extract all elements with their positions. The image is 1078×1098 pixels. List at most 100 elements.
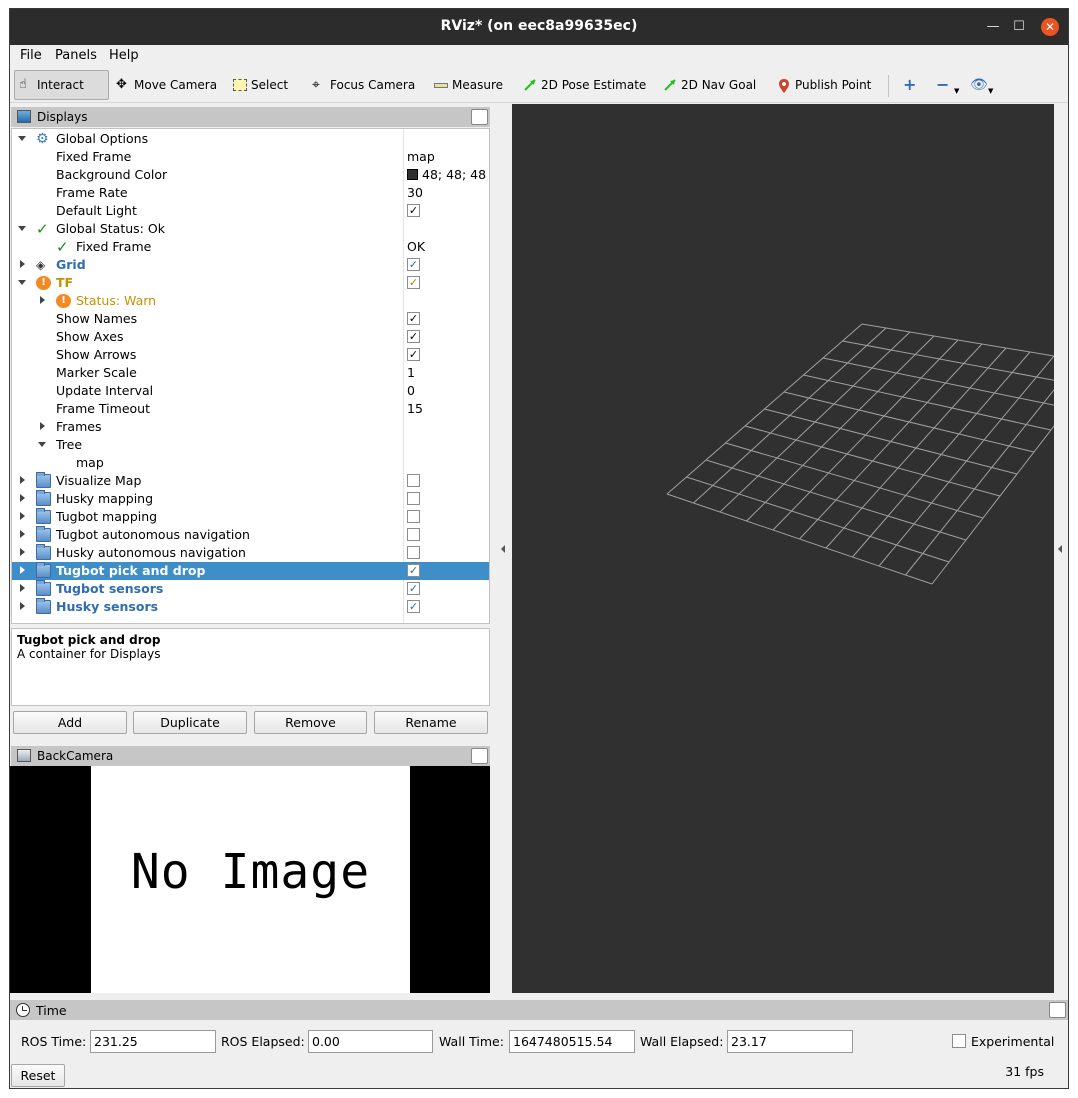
tree-row-husky-nav[interactable]: Husky autonomous navigation	[12, 544, 489, 562]
property-value[interactable]: 30	[407, 185, 423, 200]
expand-arrow-icon[interactable]	[20, 566, 25, 574]
ros-elapsed-field[interactable]: 0.00	[308, 1030, 433, 1053]
title-bar: RViz* (on eec8a99635ec) — ☐ ✕	[10, 9, 1068, 45]
tree-row-status-fixed-frame[interactable]: ✓ Fixed Frame OK	[12, 238, 489, 256]
folder-icon	[36, 544, 51, 560]
expand-arrow-icon[interactable]	[20, 260, 25, 268]
expand-arrow-icon[interactable]	[20, 602, 25, 610]
tree-row-status-warn[interactable]: ! Status: Warn	[12, 292, 489, 310]
menu-panels[interactable]: Panels	[55, 48, 97, 63]
add-button[interactable]: Add	[13, 711, 127, 734]
tree-row-husky-mapping[interactable]: Husky mapping	[12, 490, 489, 508]
maximize-icon[interactable]: ☐	[1010, 18, 1028, 36]
render-3d-view[interactable]	[512, 104, 1054, 993]
tree-row-tree-map[interactable]: map	[12, 454, 489, 472]
husky-sensors-checkbox[interactable]	[407, 600, 420, 613]
husky-nav-checkbox[interactable]	[407, 546, 420, 559]
tree-row-fixed-frame[interactable]: Fixed Frame map	[12, 148, 489, 166]
tree-row-global-options[interactable]: ⚙ Global Options	[12, 130, 489, 148]
wall-time-field[interactable]: 1647480515.54	[509, 1030, 635, 1053]
tree-row-tugbot-nav[interactable]: Tugbot autonomous navigation	[12, 526, 489, 544]
property-value[interactable]: map	[407, 149, 435, 164]
tree-label: Tugbot autonomous navigation	[56, 527, 250, 542]
wall-elapsed-label: Wall Elapsed:	[640, 1034, 724, 1049]
tf-enable-checkbox[interactable]	[407, 276, 420, 289]
property-value[interactable]: 15	[407, 401, 423, 416]
tree-row-grid[interactable]: ◈ Grid	[12, 256, 489, 274]
expand-arrow-icon[interactable]	[20, 584, 25, 592]
property-value[interactable]: 48; 48; 48	[407, 167, 486, 182]
visualize-map-checkbox[interactable]	[407, 474, 420, 487]
husky-mapping-checkbox[interactable]	[407, 492, 420, 505]
rename-button[interactable]: Rename	[374, 711, 488, 734]
tugbot-pick-drop-checkbox[interactable]	[407, 564, 420, 577]
tree-row-tf[interactable]: ! TF	[12, 274, 489, 292]
collapse-right-icon[interactable]	[1058, 545, 1062, 553]
tree-row-husky-sensors[interactable]: Husky sensors	[12, 598, 489, 616]
focus-camera-tool-button[interactable]: ⌖ Focus Camera	[308, 70, 419, 100]
publish-point-tool-button[interactable]: Publish Point	[773, 70, 875, 100]
tree-row-tugbot-sensors[interactable]: Tugbot sensors	[12, 580, 489, 598]
expand-arrow-icon[interactable]	[40, 296, 45, 304]
tree-row-frame-rate[interactable]: Frame Rate 30	[12, 184, 489, 202]
tree-row-frames[interactable]: Frames	[12, 418, 489, 436]
tree-row-show-axes[interactable]: Show Axes	[12, 328, 489, 346]
show-arrows-checkbox[interactable]	[407, 348, 420, 361]
panel-float-button[interactable]	[471, 109, 488, 125]
tree-row-default-light[interactable]: Default Light	[12, 202, 489, 220]
tree-row-global-status[interactable]: ✓ Global Status: Ok	[12, 220, 489, 238]
property-value[interactable]: 0	[407, 383, 415, 398]
tree-row-frame-timeout[interactable]: Frame Timeout 15	[12, 400, 489, 418]
move-camera-tool-button[interactable]: ✥ Move Camera	[112, 70, 221, 100]
expand-arrow-icon[interactable]	[18, 136, 26, 141]
tree-row-update-interval[interactable]: Update Interval 0	[12, 382, 489, 400]
reset-button[interactable]: Reset	[11, 1064, 65, 1087]
panel-float-button[interactable]	[471, 748, 488, 764]
add-tool-button[interactable]: +	[899, 70, 921, 100]
experimental-checkbox[interactable]	[952, 1034, 966, 1048]
menu-file[interactable]: File	[20, 48, 42, 63]
measure-tool-button[interactable]: Measure	[430, 70, 507, 100]
show-axes-checkbox[interactable]	[407, 330, 420, 343]
tree-row-background-color[interactable]: Background Color 48; 48; 48	[12, 166, 489, 184]
wall-elapsed-field[interactable]: 23.17	[727, 1030, 853, 1053]
close-icon[interactable]: ✕	[1041, 18, 1059, 36]
expand-arrow-icon[interactable]	[38, 442, 46, 447]
grid-enable-checkbox[interactable]	[407, 258, 420, 271]
collapse-left-icon[interactable]	[501, 545, 505, 553]
expand-arrow-icon[interactable]	[20, 512, 25, 520]
tree-row-show-arrows[interactable]: Show Arrows	[12, 346, 489, 364]
expand-arrow-icon[interactable]	[20, 548, 25, 556]
tugbot-sensors-checkbox[interactable]	[407, 582, 420, 595]
tugbot-nav-checkbox[interactable]	[407, 528, 420, 541]
panel-float-button[interactable]	[1049, 1002, 1066, 1018]
select-tool-button[interactable]: Select	[229, 70, 292, 100]
tree-row-tree[interactable]: Tree	[12, 436, 489, 454]
ros-time-field[interactable]: 231.25	[90, 1030, 216, 1053]
tree-row-marker-scale[interactable]: Marker Scale 1	[12, 364, 489, 382]
interact-tool-button[interactable]: ☝ Interact	[14, 70, 109, 100]
remove-button[interactable]: Remove	[254, 711, 367, 734]
menu-help[interactable]: Help	[109, 48, 139, 63]
pose-estimate-tool-button[interactable]: 2D Pose Estimate	[519, 70, 650, 100]
expand-arrow-icon[interactable]	[20, 476, 25, 484]
duplicate-button[interactable]: Duplicate	[133, 711, 247, 734]
tugbot-mapping-checkbox[interactable]	[407, 510, 420, 523]
expand-arrow-icon[interactable]	[40, 422, 45, 430]
remove-tool-button[interactable]: − ▼	[932, 70, 963, 100]
tree-row-visualize-map[interactable]: Visualize Map	[12, 472, 489, 490]
nav-goal-tool-button[interactable]: 2D Nav Goal	[659, 70, 760, 100]
tree-row-show-names[interactable]: Show Names	[12, 310, 489, 328]
tree-label: Husky sensors	[56, 599, 159, 614]
tree-row-tugbot-pick-drop[interactable]: Tugbot pick and drop	[12, 562, 489, 580]
expand-arrow-icon[interactable]	[20, 494, 25, 502]
expand-arrow-icon[interactable]	[20, 530, 25, 538]
expand-arrow-icon[interactable]	[18, 226, 26, 231]
view-options-button[interactable]: 👁 ▼	[966, 70, 997, 100]
show-names-checkbox[interactable]	[407, 312, 420, 325]
default-light-checkbox[interactable]	[407, 204, 420, 217]
expand-arrow-icon[interactable]	[18, 280, 26, 285]
property-value[interactable]: 1	[407, 365, 415, 380]
tree-row-tugbot-mapping[interactable]: Tugbot mapping	[12, 508, 489, 526]
minimize-icon[interactable]: —	[984, 18, 1002, 36]
